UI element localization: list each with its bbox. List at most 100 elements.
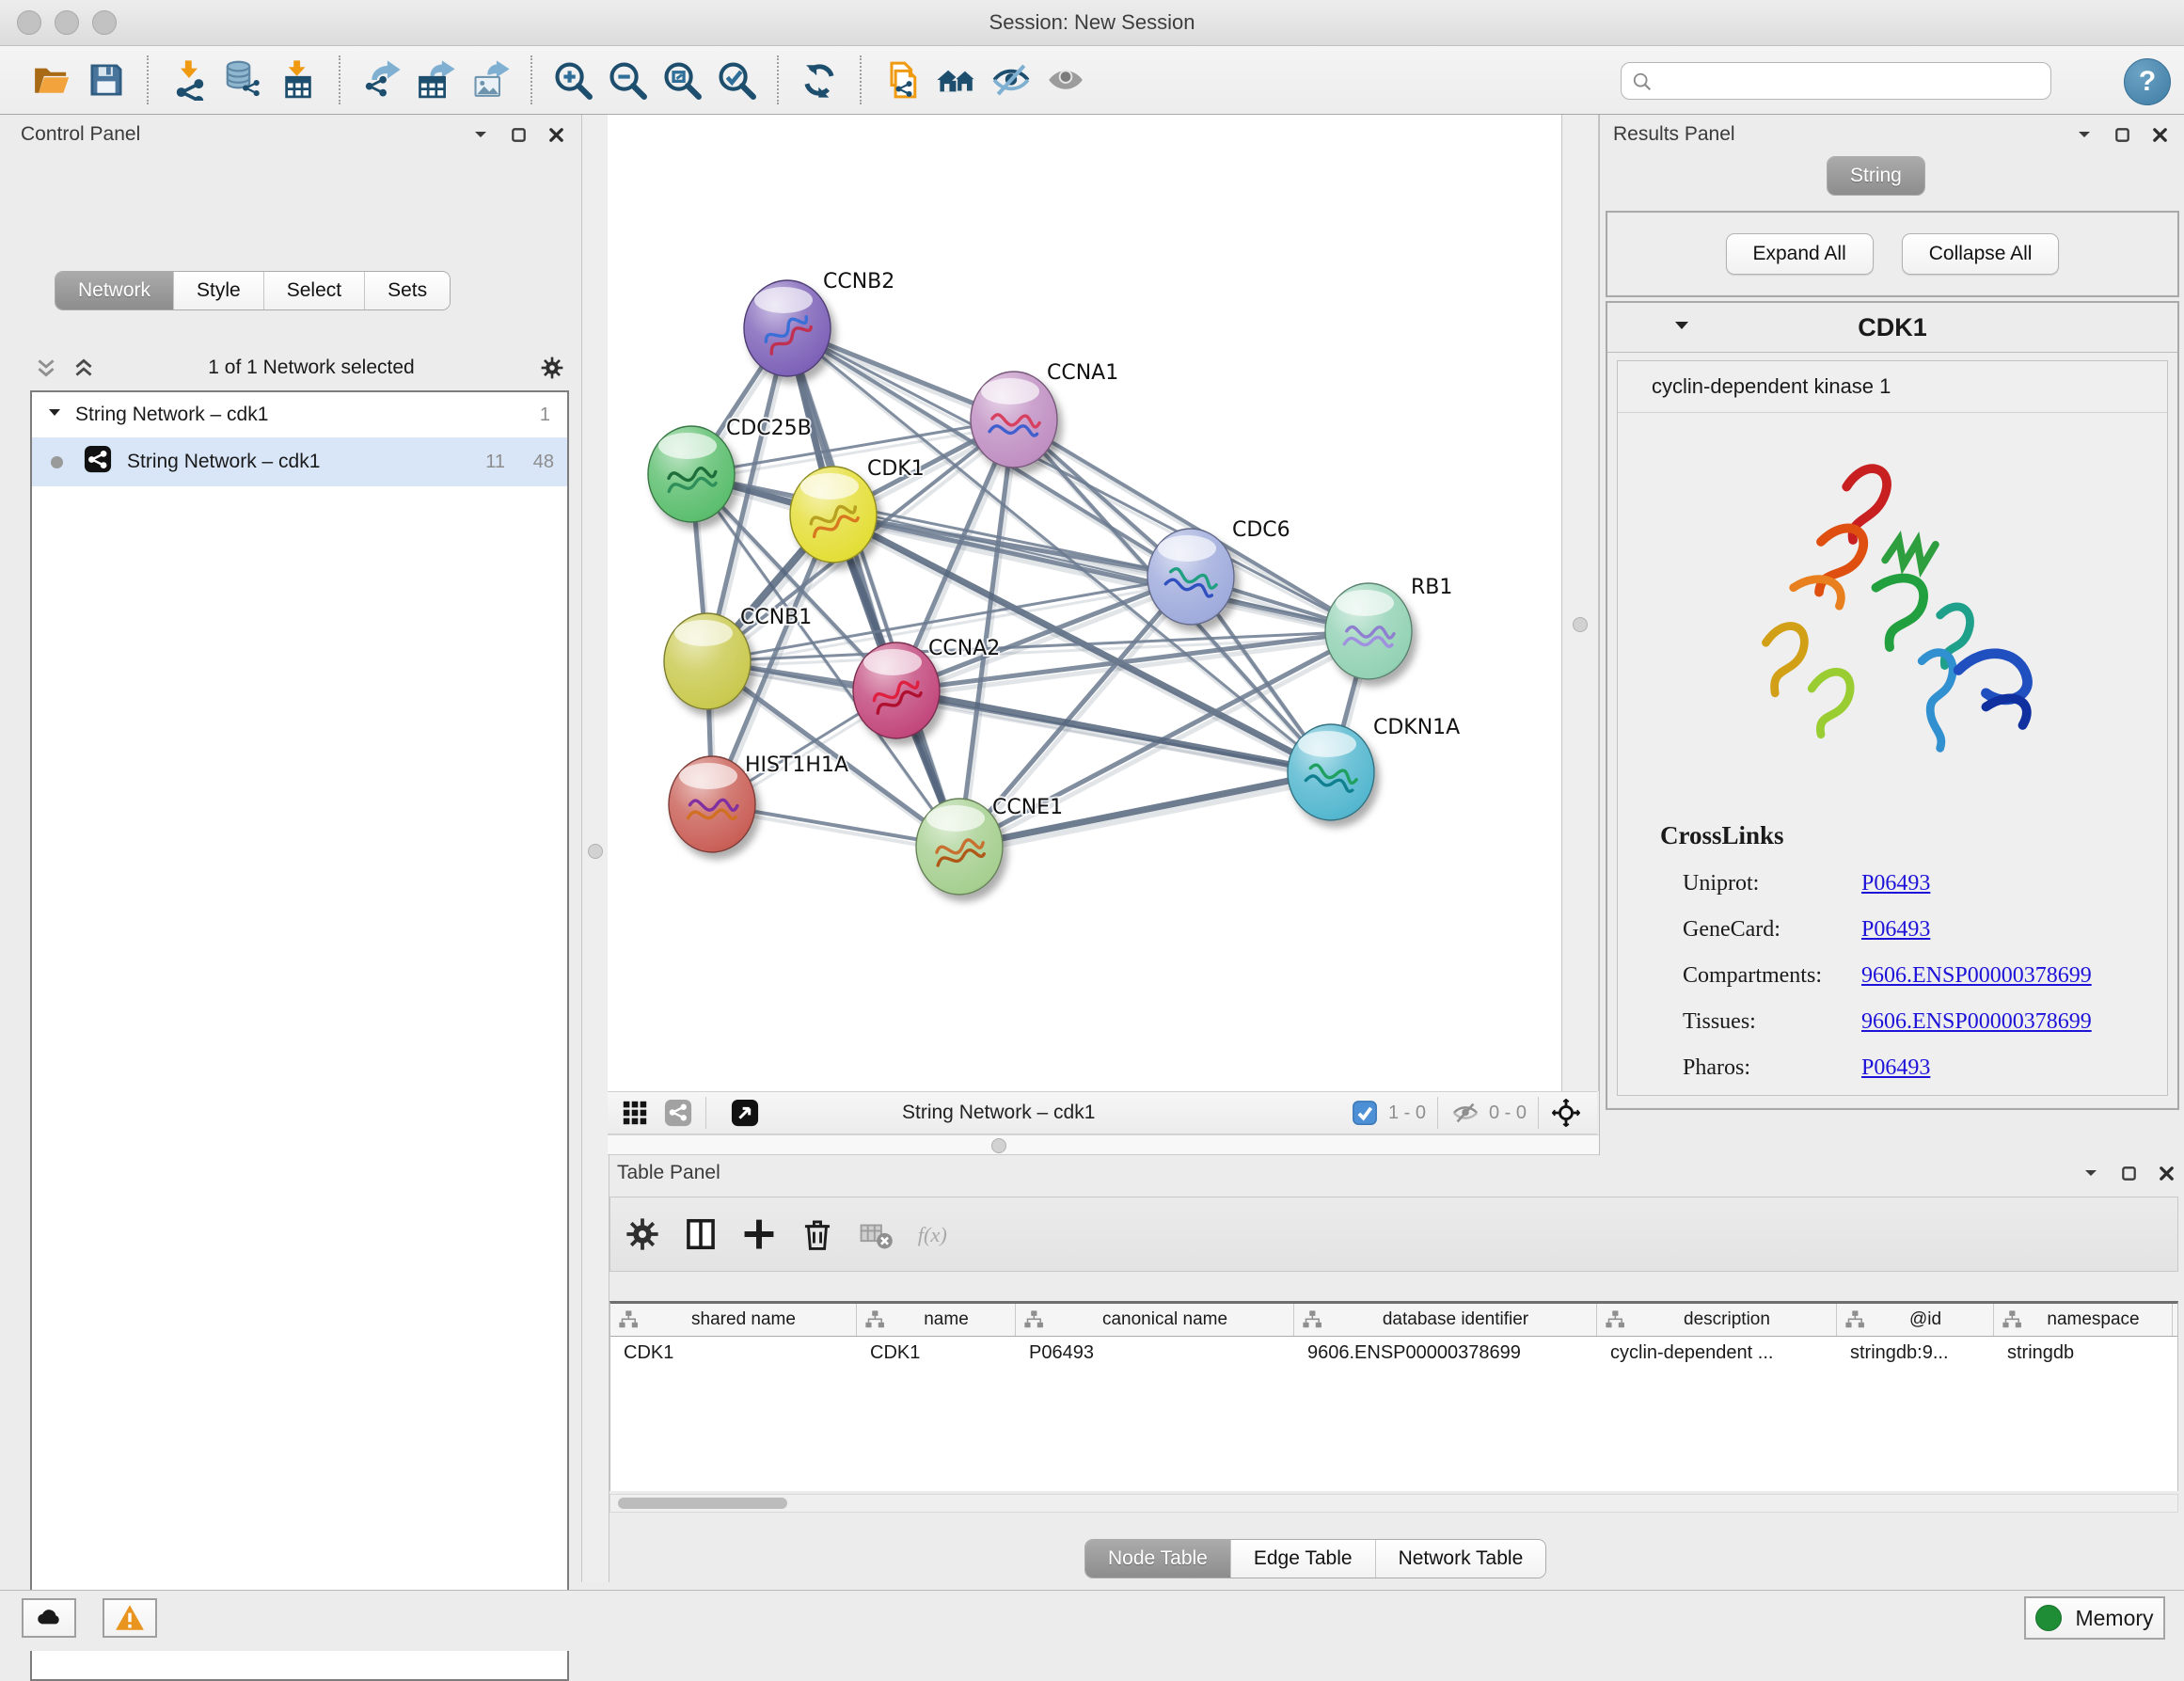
table-cell[interactable]: cyclin-dependent ... xyxy=(1597,1342,1837,1364)
close-panel-icon[interactable] xyxy=(2154,1161,2178,1185)
collapse-panel-icon[interactable] xyxy=(468,122,493,147)
selected-checkbox-icon[interactable] xyxy=(1349,1097,1381,1129)
tab-edge-table[interactable]: Edge Table xyxy=(1230,1540,1375,1578)
network-node-CCNA1[interactable] xyxy=(971,372,1057,468)
memory-button[interactable]: Memory xyxy=(2024,1596,2165,1640)
import-database-button[interactable] xyxy=(216,53,271,107)
warnings-button[interactable] xyxy=(103,1598,157,1638)
export-network-button[interactable] xyxy=(354,53,408,107)
network-node-CCNB1[interactable] xyxy=(664,613,751,709)
network-collection-row[interactable]: String Network – cdk1 1 xyxy=(32,392,567,437)
column-header-shared-name[interactable]: shared name xyxy=(610,1304,857,1336)
network-node-CDC25B[interactable] xyxy=(648,426,735,522)
import-table-button[interactable] xyxy=(271,53,325,107)
network-node-CDKN1A[interactable] xyxy=(1288,724,1374,820)
table-row[interactable]: CDK1CDK1P064939606.ENSP00000378699cyclin… xyxy=(610,1337,2177,1369)
zoom-selected-button[interactable] xyxy=(709,53,764,107)
column-header-name[interactable]: name xyxy=(857,1304,1016,1336)
tab-string[interactable]: String xyxy=(1828,157,1924,195)
crosslink-link[interactable]: 9606.ENSP00000378699 xyxy=(1861,963,2092,989)
network-overview-icon[interactable] xyxy=(662,1097,694,1129)
column-header-namespace[interactable]: namespace xyxy=(1994,1304,2173,1336)
delete-column-icon[interactable] xyxy=(791,1208,844,1261)
tab-node-table[interactable]: Node Table xyxy=(1085,1540,1230,1578)
network-node-CCNB2[interactable] xyxy=(744,280,831,376)
network-node-CCNA2[interactable] xyxy=(853,642,940,738)
collapse-panel-icon[interactable] xyxy=(2072,122,2097,147)
protein-section-header[interactable]: CDK1 xyxy=(1607,303,2177,353)
collapse-all-tree-icon[interactable] xyxy=(34,356,58,380)
export-image-button[interactable] xyxy=(463,53,517,107)
table-horizontal-scrollbar[interactable] xyxy=(609,1494,2178,1513)
search-input[interactable] xyxy=(1621,62,2051,100)
right-splitter[interactable] xyxy=(1561,115,1599,1091)
network-node-HIST1H1A[interactable] xyxy=(669,756,755,852)
zoom-fit-button[interactable] xyxy=(655,53,709,107)
right-splitter-handle[interactable] xyxy=(1573,617,1588,632)
zoom-in-button[interactable] xyxy=(546,53,600,107)
left-splitter-handle[interactable] xyxy=(588,844,603,859)
tab-network-table[interactable]: Network Table xyxy=(1375,1540,1546,1578)
float-panel-icon[interactable] xyxy=(2110,122,2134,147)
fit-selected-crosshair-icon[interactable] xyxy=(1550,1097,1582,1129)
crosslink-link[interactable]: P06493 xyxy=(1861,917,1930,943)
crosslink-link[interactable]: P06493 xyxy=(1861,871,1930,896)
network-row-selected[interactable]: String Network – cdk1 11 48 xyxy=(32,437,567,486)
collapse-panel-icon[interactable] xyxy=(2079,1161,2103,1185)
first-neighbors-button[interactable] xyxy=(875,53,929,107)
close-panel-icon[interactable] xyxy=(2147,122,2172,147)
float-panel-icon[interactable] xyxy=(506,122,530,147)
disclosure-triangle-icon[interactable] xyxy=(1673,317,1690,339)
float-panel-icon[interactable] xyxy=(2116,1161,2141,1185)
network-node-CDC6[interactable] xyxy=(1147,529,1234,625)
tab-network[interactable]: Network xyxy=(55,272,173,309)
import-network-button[interactable] xyxy=(162,53,216,107)
results-panel-tabs: String xyxy=(1827,156,1925,196)
network-node-RB1[interactable] xyxy=(1325,583,1412,679)
cloud-button[interactable] xyxy=(22,1598,76,1638)
show-all-button[interactable] xyxy=(1038,53,1093,107)
table-cell[interactable]: CDK1 xyxy=(610,1342,857,1364)
horizontal-splitter-handle[interactable] xyxy=(991,1138,1006,1153)
table-cell[interactable]: stringdb:9... xyxy=(1837,1342,1994,1364)
table-cell[interactable]: P06493 xyxy=(1016,1342,1294,1364)
disclosure-triangle-icon[interactable] xyxy=(47,404,62,426)
export-table-button[interactable] xyxy=(408,53,463,107)
home-networks-button[interactable] xyxy=(929,53,984,107)
table-settings-icon[interactable] xyxy=(616,1208,669,1261)
network-canvas[interactable]: CCNB2CCNA1CDC25BCDK1CDC6RB1CCNB1CCNA2CDK… xyxy=(608,115,1561,1091)
network-node-CCNE1[interactable] xyxy=(916,799,1003,895)
expand-all-button[interactable]: Expand All xyxy=(1726,233,1874,275)
help-button[interactable]: ? xyxy=(2124,58,2171,105)
column-header-database-identifier[interactable]: database identifier xyxy=(1294,1304,1597,1336)
add-column-icon[interactable] xyxy=(733,1208,785,1261)
grid-view-icon[interactable] xyxy=(619,1097,651,1129)
refresh-view-button[interactable] xyxy=(792,53,847,107)
save-session-button[interactable] xyxy=(79,53,134,107)
tab-style[interactable]: Style xyxy=(173,272,263,309)
columns-icon[interactable] xyxy=(674,1208,727,1261)
tab-select[interactable]: Select xyxy=(263,272,364,309)
tab-sets[interactable]: Sets xyxy=(364,272,450,309)
left-splitter[interactable] xyxy=(581,115,609,1582)
zoom-out-button[interactable] xyxy=(600,53,655,107)
table-cell[interactable]: stringdb xyxy=(1994,1342,2173,1364)
crosslink-link[interactable]: P06493 xyxy=(1861,1055,1930,1081)
close-panel-icon[interactable] xyxy=(544,122,568,147)
table-cell[interactable]: 9606.ENSP00000378699 xyxy=(1294,1342,1597,1364)
table-cell[interactable]: CDK1 xyxy=(857,1342,1016,1364)
column-header-@id[interactable]: @id xyxy=(1837,1304,1994,1336)
crosslink-link[interactable]: 9606.ENSP00000378699 xyxy=(1861,1009,2092,1035)
hide-selected-button[interactable] xyxy=(984,53,1038,107)
birdseye-toggle-icon[interactable] xyxy=(729,1097,761,1129)
column-header-canonical-name[interactable]: canonical name xyxy=(1016,1304,1294,1336)
network-node-CDK1[interactable] xyxy=(790,467,877,563)
hidden-eye-icon[interactable] xyxy=(1449,1097,1481,1129)
open-session-button[interactable] xyxy=(24,53,79,107)
scrollbar-thumb[interactable] xyxy=(618,1498,787,1509)
collapse-all-button[interactable]: Collapse All xyxy=(1902,233,2060,275)
expand-all-tree-icon[interactable] xyxy=(71,356,96,380)
column-header-description[interactable]: description xyxy=(1597,1304,1837,1336)
gear-icon[interactable] xyxy=(540,356,564,380)
results-panel: Results Panel String Expand All Collapse… xyxy=(1599,115,2184,1155)
